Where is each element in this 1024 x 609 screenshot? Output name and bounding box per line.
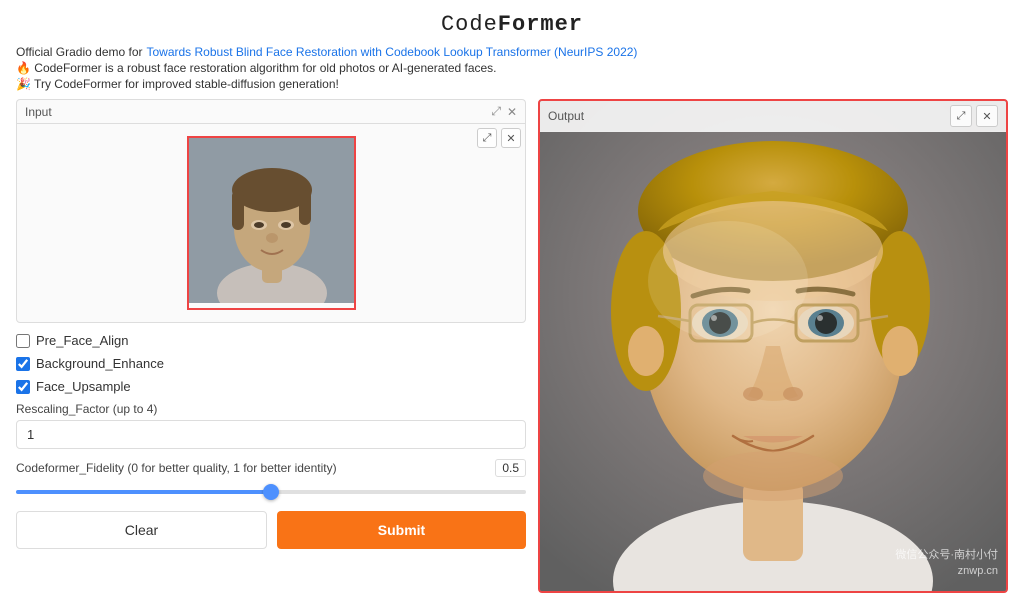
watermark-line1: 微信公众号·南村小付 xyxy=(895,548,998,563)
pre-face-align-label: Pre_Face_Align xyxy=(36,333,129,348)
submit-button[interactable]: Submit xyxy=(277,511,526,549)
fidelity-header: Codeformer_Fidelity (0 for better qualit… xyxy=(16,459,526,477)
rescaling-label: Rescaling_Factor (up to 4) xyxy=(16,402,526,416)
desc-line-1: Official Gradio demo for Towards Robust … xyxy=(16,45,1008,59)
description-block: Official Gradio demo for Towards Robust … xyxy=(16,45,1008,91)
output-expand-icon[interactable]: ⤢ xyxy=(950,105,972,127)
controls-section: Pre_Face_Align Background_Enhance Face_U… xyxy=(16,333,526,549)
watermark: 微信公众号·南村小付 znwp.cn xyxy=(895,548,998,579)
output-face-image xyxy=(540,101,1006,591)
pre-face-align-checkbox[interactable] xyxy=(16,334,30,348)
background-enhance-checkbox[interactable] xyxy=(16,357,30,371)
output-image-area: 微信公众号·南村小付 znwp.cn xyxy=(540,101,1006,591)
output-close-icon[interactable]: ✕ xyxy=(976,105,998,127)
input-label: Input xyxy=(25,105,52,119)
pre-face-align-row: Pre_Face_Align xyxy=(16,333,526,348)
paper-link[interactable]: Towards Robust Blind Face Restoration wi… xyxy=(147,45,638,59)
left-panel: Input ⤢ ✕ xyxy=(16,99,526,593)
face-upsample-label: Face_Upsample xyxy=(36,379,131,394)
output-header-icons: ⤢ ✕ xyxy=(950,105,998,127)
desc-line-3: 🎉 Try CodeFormer for improved stable-dif… xyxy=(16,77,1008,91)
input-panel-header: Input ⤢ ✕ xyxy=(16,99,526,123)
fidelity-row: Codeformer_Fidelity (0 for better qualit… xyxy=(16,459,526,499)
close-icon[interactable]: ✕ xyxy=(507,105,517,119)
desc-line-2: 🔥 CodeFormer is a robust face restoratio… xyxy=(16,61,1008,75)
fidelity-slider[interactable] xyxy=(16,490,526,494)
input-image-wrapper xyxy=(187,136,356,310)
image-controls: ⤢ ✕ xyxy=(477,128,521,148)
buttons-row: Clear Submit xyxy=(16,511,526,549)
clear-button[interactable]: Clear xyxy=(16,511,267,549)
rescaling-field: Rescaling_Factor (up to 4) xyxy=(16,402,526,459)
watermark-line2: znwp.cn xyxy=(895,564,998,579)
input-face-image xyxy=(189,138,354,303)
right-panel: Output ⤢ ✕ xyxy=(538,99,1008,593)
app-title: CodeFormer xyxy=(16,10,1008,37)
title-code: Code xyxy=(441,12,498,37)
input-header-icons: ⤢ ✕ xyxy=(491,104,517,119)
desc-prefix: Official Gradio demo for xyxy=(16,45,143,59)
background-enhance-row: Background_Enhance xyxy=(16,356,526,371)
delete-icon[interactable]: ✕ xyxy=(501,128,521,148)
expand-icon[interactable]: ⤢ xyxy=(491,104,501,119)
background-enhance-label: Background_Enhance xyxy=(36,356,164,371)
zoom-icon[interactable]: ⤢ xyxy=(477,128,497,148)
output-label: Output xyxy=(548,109,584,123)
title-former: Former xyxy=(498,12,583,37)
face-upsample-row: Face_Upsample xyxy=(16,379,526,394)
rescaling-input[interactable] xyxy=(16,420,526,449)
fidelity-label: Codeformer_Fidelity (0 for better qualit… xyxy=(16,461,337,475)
input-image-area[interactable]: ⤢ ✕ xyxy=(16,123,526,323)
output-panel-header: Output ⤢ ✕ xyxy=(540,101,1006,132)
fidelity-value: 0.5 xyxy=(495,459,526,477)
face-upsample-checkbox[interactable] xyxy=(16,380,30,394)
